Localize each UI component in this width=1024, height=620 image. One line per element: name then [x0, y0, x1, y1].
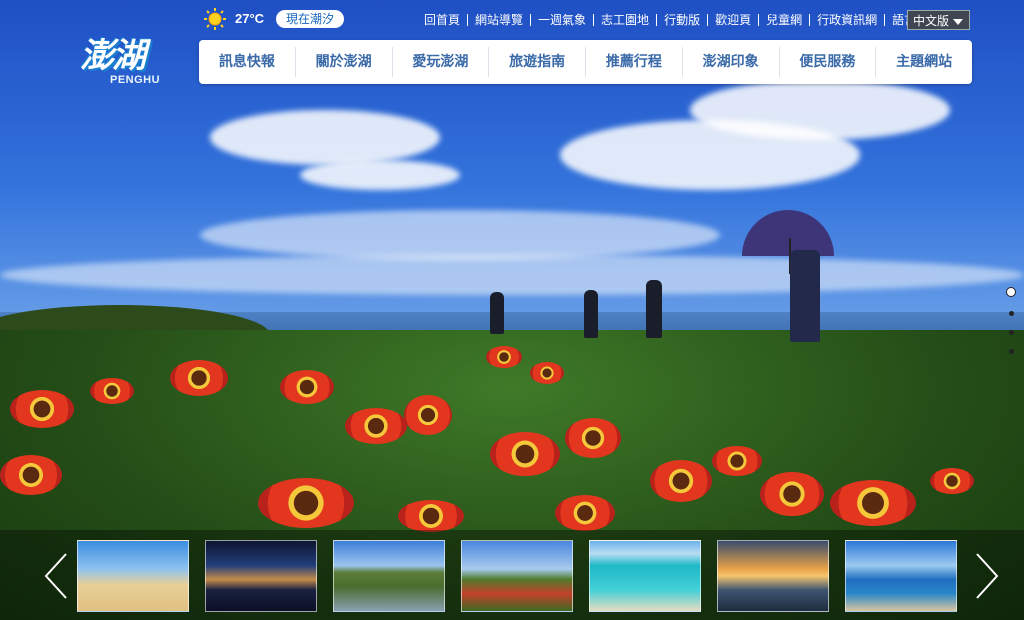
flower — [565, 418, 621, 458]
flower — [10, 390, 74, 428]
site-logo[interactable]: 澎湖 PENGHU — [80, 28, 164, 92]
nav-itinerary[interactable]: 推薦行程 — [585, 47, 682, 77]
cloud — [0, 255, 1024, 295]
flower — [280, 370, 334, 404]
hero-banner-image — [0, 0, 1024, 620]
hiker-silhouette — [490, 292, 504, 334]
top-utility-links: 回首頁 網站導覽 一週氣象 志工園地 行動版 歡迎頁 兒童網 行政資訊網 語言 — [417, 10, 923, 30]
flower — [398, 500, 464, 532]
chevron-right-icon[interactable] — [975, 552, 999, 600]
slider-pagination — [1005, 287, 1017, 368]
flower — [258, 478, 354, 528]
nav-impressions[interactable]: 澎湖印象 — [681, 47, 779, 77]
hiker-silhouette — [646, 280, 662, 338]
thumbnail-beach-umbrellas[interactable] — [77, 540, 189, 612]
flower — [760, 472, 824, 516]
thumbnail-pier-beach[interactable] — [845, 540, 957, 612]
hiker-silhouette — [584, 290, 598, 338]
link-mobile[interactable]: 行動版 — [656, 14, 707, 26]
nav-theme-sites[interactable]: 主題網站 — [875, 47, 972, 77]
hiker-silhouette — [790, 250, 820, 342]
chevron-left-icon[interactable] — [44, 552, 68, 600]
flower — [490, 432, 560, 476]
nav-fun[interactable]: 愛玩澎湖 — [391, 47, 489, 77]
slider-dot[interactable] — [1008, 311, 1014, 316]
thumbnail-flower-field[interactable] — [461, 540, 573, 612]
tide-button[interactable]: 現在潮汐 — [276, 10, 344, 28]
link-sitemap[interactable]: 網站導覽 — [467, 14, 530, 26]
cloud — [210, 110, 440, 165]
temperature-label: 27°C — [235, 11, 265, 26]
cloud — [200, 210, 720, 260]
nav-about[interactable]: 關於澎湖 — [294, 47, 392, 77]
slider-dot[interactable] — [1006, 287, 1016, 297]
flower — [0, 455, 62, 495]
cloud — [300, 160, 460, 190]
language-select[interactable]: 中文版 — [907, 10, 970, 30]
flower — [486, 346, 522, 368]
slider-dot[interactable] — [1008, 349, 1014, 354]
link-admin-info[interactable]: 行政資訊網 — [809, 14, 884, 26]
link-weekly-weather[interactable]: 一週氣象 — [530, 14, 593, 26]
umbrella — [742, 210, 834, 256]
flower — [712, 446, 762, 476]
nav-news[interactable]: 訊息快報 — [199, 47, 295, 77]
flower — [170, 360, 228, 396]
flower — [555, 495, 615, 531]
link-welcome[interactable]: 歡迎頁 — [707, 14, 758, 26]
flower — [530, 362, 564, 384]
logo-wordmark: 澎湖 — [80, 36, 146, 76]
chevron-down-icon — [953, 19, 963, 25]
nav-services[interactable]: 便民服務 — [778, 47, 876, 77]
thumbnail-night-harbor[interactable] — [205, 540, 317, 612]
flower — [404, 395, 452, 435]
nav-travel-guide[interactable]: 旅遊指南 — [488, 47, 585, 77]
logo-subtitle: PENGHU — [110, 74, 161, 86]
cloud — [690, 80, 950, 140]
flower — [830, 480, 916, 526]
flower — [650, 460, 712, 502]
main-nav: 訊息快報 關於澎湖 愛玩澎湖 旅遊指南 推薦行程 澎湖印象 便民服務 主題網站 — [199, 40, 972, 84]
slider-dot[interactable] — [1008, 330, 1014, 335]
thumbnail-sunset-coast[interactable] — [717, 540, 829, 612]
thumbnail-basalt-mesa[interactable] — [333, 540, 445, 612]
language-select-value: 中文版 — [913, 14, 950, 28]
link-home[interactable]: 回首頁 — [417, 14, 467, 26]
flower — [90, 378, 134, 404]
sun-icon — [204, 8, 226, 30]
link-volunteer[interactable]: 志工園地 — [593, 14, 656, 26]
thumbnail-turquoise-sea[interactable] — [589, 540, 701, 612]
link-kids[interactable]: 兒童網 — [758, 14, 809, 26]
flower — [345, 408, 407, 444]
flower — [930, 468, 974, 494]
